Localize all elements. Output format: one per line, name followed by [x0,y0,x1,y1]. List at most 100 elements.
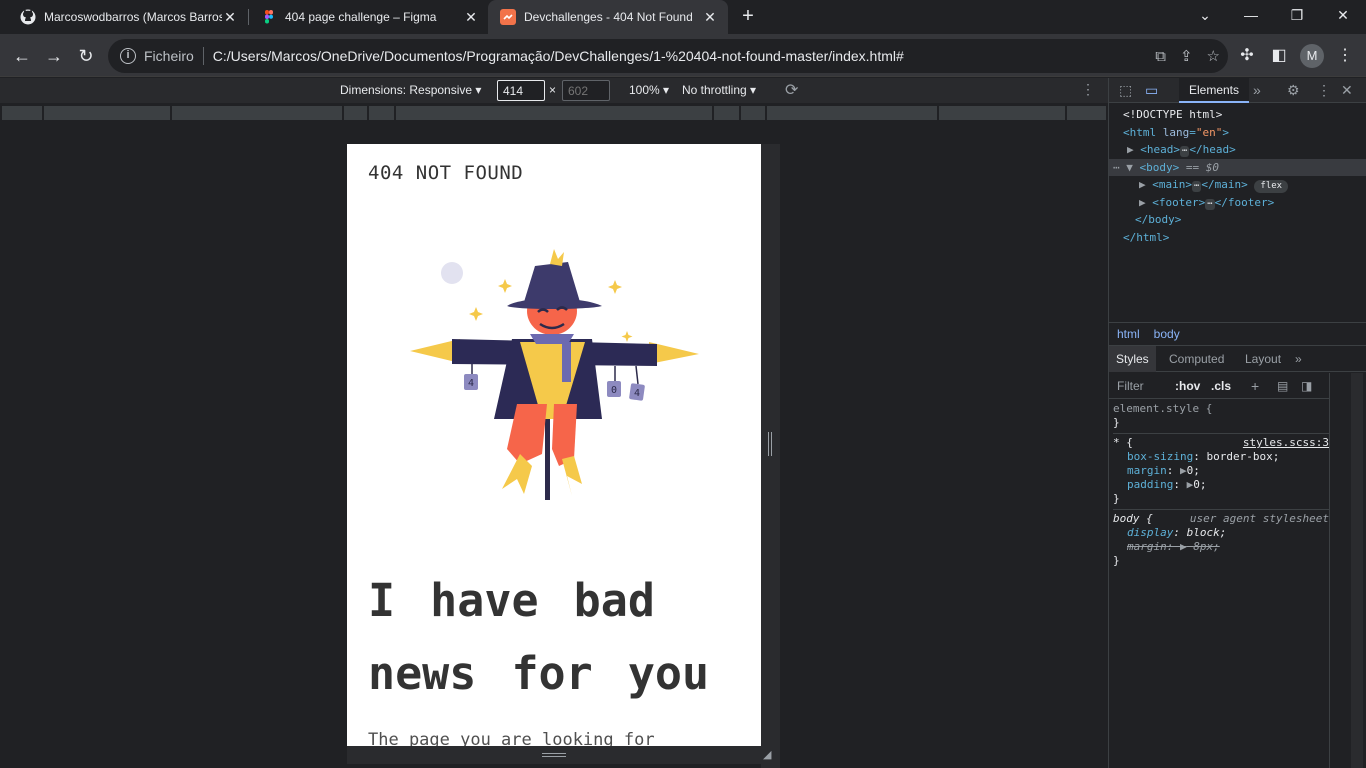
ellipsis-badge[interactable]: ⋯ [1192,181,1202,192]
avatar[interactable]: M [1300,44,1324,68]
ellipsis-badge[interactable]: ⋯ [1180,146,1190,157]
head-close-tag: </head> [1189,143,1236,156]
gear-icon[interactable]: ⚙ [1287,82,1300,99]
share-icon[interactable]: ⇪ [1180,47,1193,65]
media-query-segment[interactable] [172,106,342,120]
window-close-icon[interactable]: ✕ [1320,0,1366,30]
svg-text:4: 4 [468,378,474,389]
media-query-segment[interactable] [2,106,42,120]
expand-triangle-icon[interactable]: ▶ [1180,540,1187,553]
minimize-icon[interactable]: — [1228,0,1274,30]
source-link[interactable]: styles.scss:3 [1243,436,1329,450]
media-query-segment[interactable] [369,106,394,120]
dom-node-body-close[interactable]: </body> [1109,211,1366,229]
close-icon[interactable]: ✕ [222,9,238,26]
media-query-segment[interactable] [396,106,712,120]
zoom-dropdown[interactable]: 100% ▾ [629,83,669,97]
viewport-resize-handle-right[interactable] [761,144,780,768]
translate-icon[interactable]: ⧉ [1155,48,1166,65]
devtools-scrollbar[interactable] [1351,373,1363,768]
more-subtabs-icon[interactable]: » [1295,346,1302,372]
tab-search-icon[interactable]: ⌄ [1182,0,1228,30]
add-rule-icon[interactable]: + [1251,373,1259,399]
new-tab-button[interactable]: + [737,5,759,27]
breadcrumb: html body [1109,322,1366,346]
hov-toggle[interactable]: :hov [1175,373,1200,399]
reload-icon[interactable]: ↻ [72,42,100,70]
rotate-icon[interactable]: ⟳ [785,80,798,100]
inspect-element-icon[interactable]: ⬚ [1119,82,1132,99]
device-toggle-icon[interactable]: ▭ [1145,82,1158,99]
tab-layout[interactable]: Layout [1245,346,1281,372]
dom-node-html[interactable]: <html lang="en"> [1109,124,1366,142]
tab-styles[interactable]: Styles [1109,346,1156,372]
ellipsis-badge[interactable]: ⋯ [1205,198,1215,210]
address-bar[interactable]: i Ficheiro C:/Users/Marcos/OneDrive/Docu… [108,39,1228,73]
dom-node-footer[interactable]: ▶ <footer> ⋯ </footer> [1109,194,1366,212]
flex-badge[interactable]: flex [1254,180,1289,193]
declaration[interactable]: box-sizing: border-box; [1113,450,1329,464]
devtools-menu-icon[interactable]: ⋮ [1317,82,1331,99]
breadcrumb-html[interactable]: html [1117,327,1140,341]
expand-triangle-icon[interactable]: ▶ [1139,178,1146,191]
dom-node-doctype[interactable]: <!DOCTYPE html> [1109,106,1366,124]
filter-input[interactable]: Filter [1117,373,1144,399]
breadcrumb-body[interactable]: body [1154,327,1180,341]
side-panel-icon[interactable]: ◧ [1268,42,1290,70]
tab-elements[interactable]: Elements [1179,78,1249,103]
declaration[interactable]: padding: ▶0; [1113,478,1329,492]
rule-close: } [1113,492,1120,505]
rule-header: * { styles.scss:3 [1113,436,1329,450]
declaration[interactable]: margin: ▶0; [1113,464,1329,478]
more-tabs-icon[interactable]: » [1253,82,1261,98]
toggle-sidebar-icon[interactable]: ◨ [1301,373,1312,399]
tab-computed[interactable]: Computed [1169,346,1224,372]
viewport-resize-handle-bottom[interactable] [347,746,761,764]
throttling-label: No throttling [682,83,747,97]
media-query-segment[interactable] [44,106,170,120]
declaration-overridden[interactable]: margin: ▶ 8px; [1113,540,1329,554]
tab-figma[interactable]: 404 page challenge – Figma ✕ [249,0,489,34]
height-input[interactable] [562,80,610,101]
resize-corner-icon[interactable]: ◢ [763,748,777,762]
selector-body[interactable]: body { [1113,512,1153,525]
expand-triangle-icon[interactable]: ▶ [1180,464,1187,477]
cls-toggle[interactable]: .cls [1211,373,1231,399]
selector-universal[interactable]: * { [1113,436,1133,449]
dom-node-main[interactable]: ▶ <main> ⋯ </main> flex [1109,176,1366,194]
selected-marker: == $0 [1185,160,1219,174]
bookmark-star-icon[interactable]: ☆ [1207,47,1220,65]
close-devtools-icon[interactable]: ✕ [1341,82,1353,99]
styles-scrollbar[interactable] [1329,373,1347,768]
media-query-segment[interactable] [714,106,739,120]
media-query-segment[interactable] [1067,106,1106,120]
forward-arrow-icon[interactable]: → [40,42,68,70]
dom-node-head[interactable]: ▶ <head> ⋯ </head> [1109,141,1366,159]
tab-github[interactable]: Marcoswodbarros (Marcos Barros) ✕ [8,0,248,34]
paint-brush-icon[interactable]: ▤ [1277,373,1288,399]
back-arrow-icon[interactable]: ← [8,42,36,70]
expand-triangle-icon[interactable]: ▶ [1139,196,1146,209]
width-input[interactable] [497,80,545,101]
declaration[interactable]: display: block; [1113,526,1329,540]
dom-node-body[interactable]: ⋯ ▼ <body> == $0 [1109,158,1366,176]
device-more-icon[interactable]: ⋮ [1081,81,1095,98]
close-icon[interactable]: ✕ [463,9,479,26]
expand-triangle-icon[interactable]: ▶ [1127,143,1134,156]
restore-icon[interactable]: ❐ [1274,0,1320,30]
selector-element-style[interactable]: element.style { [1113,402,1329,416]
menu-kebab-icon[interactable]: ⋮ [1334,42,1356,70]
info-icon[interactable]: i [120,48,136,64]
close-icon[interactable]: ✕ [702,9,718,26]
extensions-icon[interactable]: ✣ [1236,42,1258,70]
rule-close: } [1113,416,1120,429]
url-text[interactable]: C:/Users/Marcos/OneDrive/Documentos/Prog… [213,48,904,64]
dom-node-html-close[interactable]: </html> [1109,229,1366,247]
tab-devchallenges[interactable]: Devchallenges - 404 Not Found ✕ [488,0,728,34]
dimensions-dropdown[interactable]: Dimensions: Responsive ▾ [340,83,481,97]
media-query-segment[interactable] [767,106,937,120]
media-query-segment[interactable] [741,106,765,120]
media-query-segment[interactable] [344,106,367,120]
media-query-segment[interactable] [939,106,1065,120]
throttling-dropdown[interactable]: No throttling ▾ [682,83,756,97]
